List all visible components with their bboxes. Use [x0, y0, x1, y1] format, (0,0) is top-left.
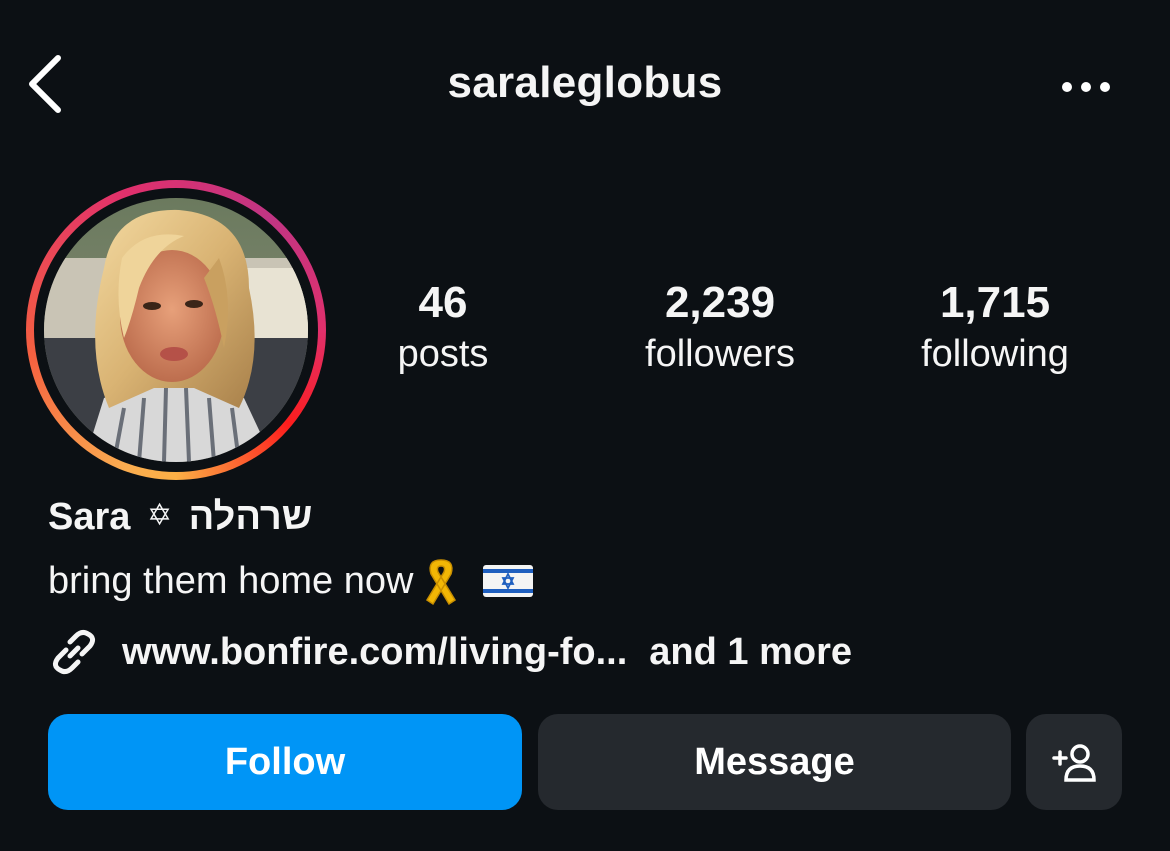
follow-button[interactable]: Follow	[48, 714, 522, 810]
yellow-ribbon-icon	[426, 559, 457, 606]
bio-link[interactable]: www.bonfire.com/living-fo... and 1 more	[48, 622, 852, 682]
follow-label: Follow	[224, 740, 346, 783]
following-value: 1,715	[939, 278, 1051, 327]
israel-flag-icon	[483, 565, 534, 597]
profile-page: saraleglobus 46 posts 2,239 followers 1,…	[0, 0, 1170, 851]
more-options-button[interactable]	[1060, 78, 1112, 96]
more-horizontal-icon	[1062, 82, 1110, 92]
profile-name: Sara ✡ שרהלה	[48, 496, 312, 539]
suggested-people-button[interactable]	[1026, 714, 1122, 810]
followers-value: 2,239	[664, 278, 776, 327]
more-links[interactable]: and 1 more	[649, 631, 852, 674]
name-hebrew: שרהלה	[188, 496, 313, 538]
link-icon	[52, 629, 96, 675]
message-label: Message	[694, 740, 855, 783]
add-person-icon	[1052, 744, 1096, 782]
link-text[interactable]: www.bonfire.com/living-fo...	[122, 631, 627, 674]
story-ring[interactable]	[26, 180, 326, 480]
posts-value: 46	[418, 278, 468, 327]
avatar	[44, 198, 308, 462]
star-of-david-icon: ✡	[146, 499, 173, 532]
bio-text: bring them home now	[48, 559, 414, 602]
following-label: following	[921, 333, 1069, 375]
followers-label: followers	[645, 333, 795, 375]
page-title: saraleglobus	[447, 58, 723, 107]
posts-count[interactable]: 46 posts	[323, 278, 563, 380]
posts-label: posts	[397, 333, 489, 375]
name-latin: Sara	[48, 496, 131, 538]
profile-photo	[44, 198, 308, 462]
message-button[interactable]: Message	[538, 714, 1011, 810]
following-count[interactable]: 1,715 following	[875, 278, 1115, 380]
profile-bio: bring them home now	[48, 556, 534, 606]
followers-count[interactable]: 2,239 followers	[600, 278, 840, 380]
